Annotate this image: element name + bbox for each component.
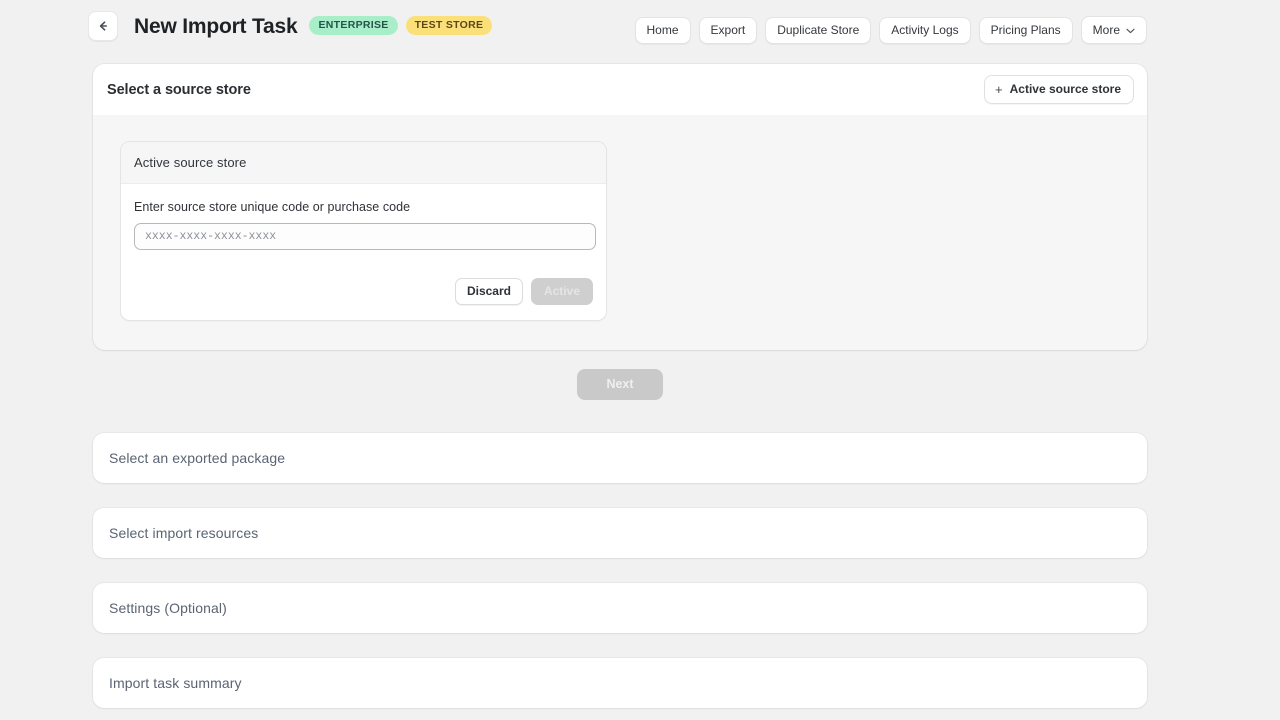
plus-icon: + [995,81,1003,97]
section-title: Import task summary [109,675,242,691]
next-button-row: Next [93,369,1147,400]
step-card-title: Select a source store [107,81,251,98]
section-import-task-summary[interactable]: Import task summary [93,658,1147,708]
nav-button-export[interactable]: Export [698,16,758,44]
form-card-title: Active source store [134,155,247,170]
next-button-label: Next [606,377,634,391]
section-title: Select import resources [109,525,259,541]
form-card-body: Enter source store unique code or purcha… [121,184,606,320]
status-badge-test-store: TEST STORE [405,15,493,36]
form-action-row: Discard Active [134,278,593,305]
page-title: New Import Task [134,14,298,38]
section-title: Select an exported package [109,450,286,466]
nav-button-more[interactable]: More [1080,16,1147,45]
nav-button-activity-logs[interactable]: Activity Logs [879,16,971,44]
back-button[interactable] [88,11,118,41]
form-card-header: Active source store [121,142,606,184]
discard-button-label: Discard [466,284,511,298]
section-select-import-resources[interactable]: Select import resources [93,508,1147,558]
active-source-store-button-label: Active source store [1009,82,1121,96]
nav-button-duplicate-store-label: Duplicate Store [777,22,860,37]
main-content: Select a source store + Active source st… [93,64,1147,708]
section-settings-optional[interactable]: Settings (Optional) [93,583,1147,633]
status-badge-enterprise: ENTERPRISE [309,15,398,36]
nav-button-home[interactable]: Home [634,16,691,44]
discard-button[interactable]: Discard [454,278,523,305]
step-card-header: Select a source store + Active source st… [93,64,1147,115]
chevron-down-icon [1126,23,1135,37]
top-nav-buttons: Home Export Duplicate Store Activity Log… [634,16,1147,45]
top-bar-left-group: New Import Task ENTERPRISE TEST STORE [88,11,493,41]
nav-button-more-label: More [1092,22,1120,37]
nav-button-duplicate-store[interactable]: Duplicate Store [765,16,872,44]
active-source-store-button[interactable]: + Active source store [984,75,1134,104]
arrow-left-icon [96,19,110,33]
active-submit-button-label: Active [543,284,580,298]
step-card-body: Active source store Enter source store u… [93,115,1147,350]
next-button[interactable]: Next [577,369,663,400]
nav-button-pricing-plans[interactable]: Pricing Plans [978,16,1073,44]
active-source-store-form-card: Active source store Enter source store u… [120,141,607,321]
source-code-field-label: Enter source store unique code or purcha… [134,200,411,214]
active-submit-button[interactable]: Active [530,278,593,305]
top-bar: New Import Task ENTERPRISE TEST STORE Ho… [0,0,1280,56]
nav-button-home-label: Home [646,22,679,37]
section-title: Settings (Optional) [109,600,227,616]
source-code-input[interactable] [134,223,596,250]
section-select-exported-package[interactable]: Select an exported package [93,433,1147,483]
nav-button-activity-logs-label: Activity Logs [891,22,959,37]
step-card-select-source-store: Select a source store + Active source st… [93,64,1147,350]
badge-group: ENTERPRISE TEST STORE [309,15,493,36]
nav-button-export-label: Export [710,22,746,37]
nav-button-pricing-plans-label: Pricing Plans [990,22,1061,37]
